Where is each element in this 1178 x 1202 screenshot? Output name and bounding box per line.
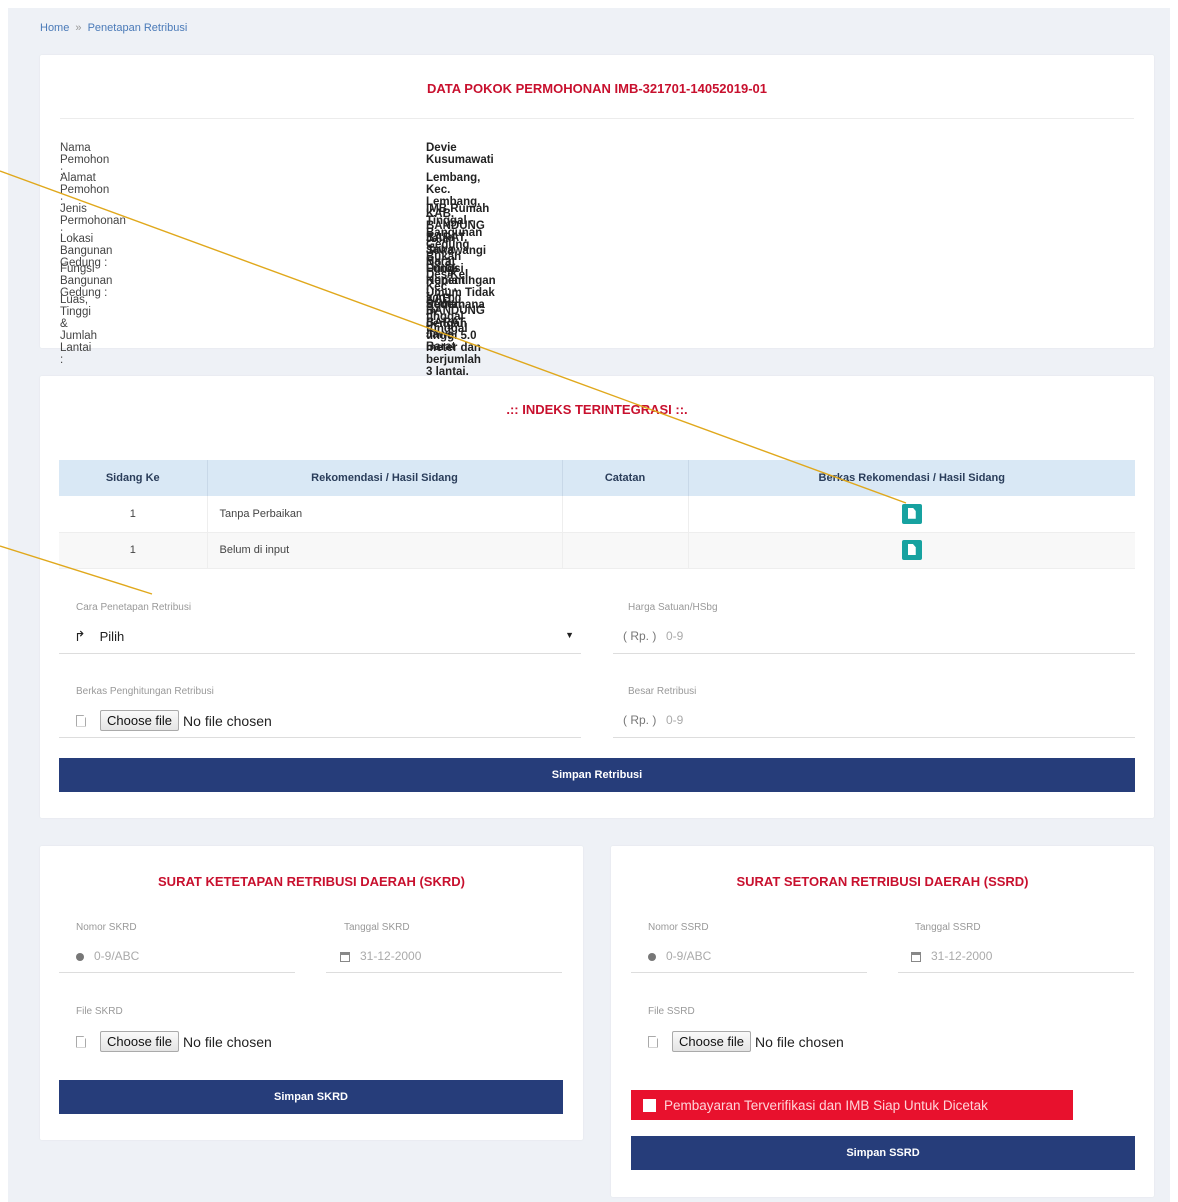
- annotation-lines: [0, 170, 907, 595]
- annotation-line-document: [0, 170, 907, 504]
- annotation-line-cara-penetapan: [0, 545, 153, 595]
